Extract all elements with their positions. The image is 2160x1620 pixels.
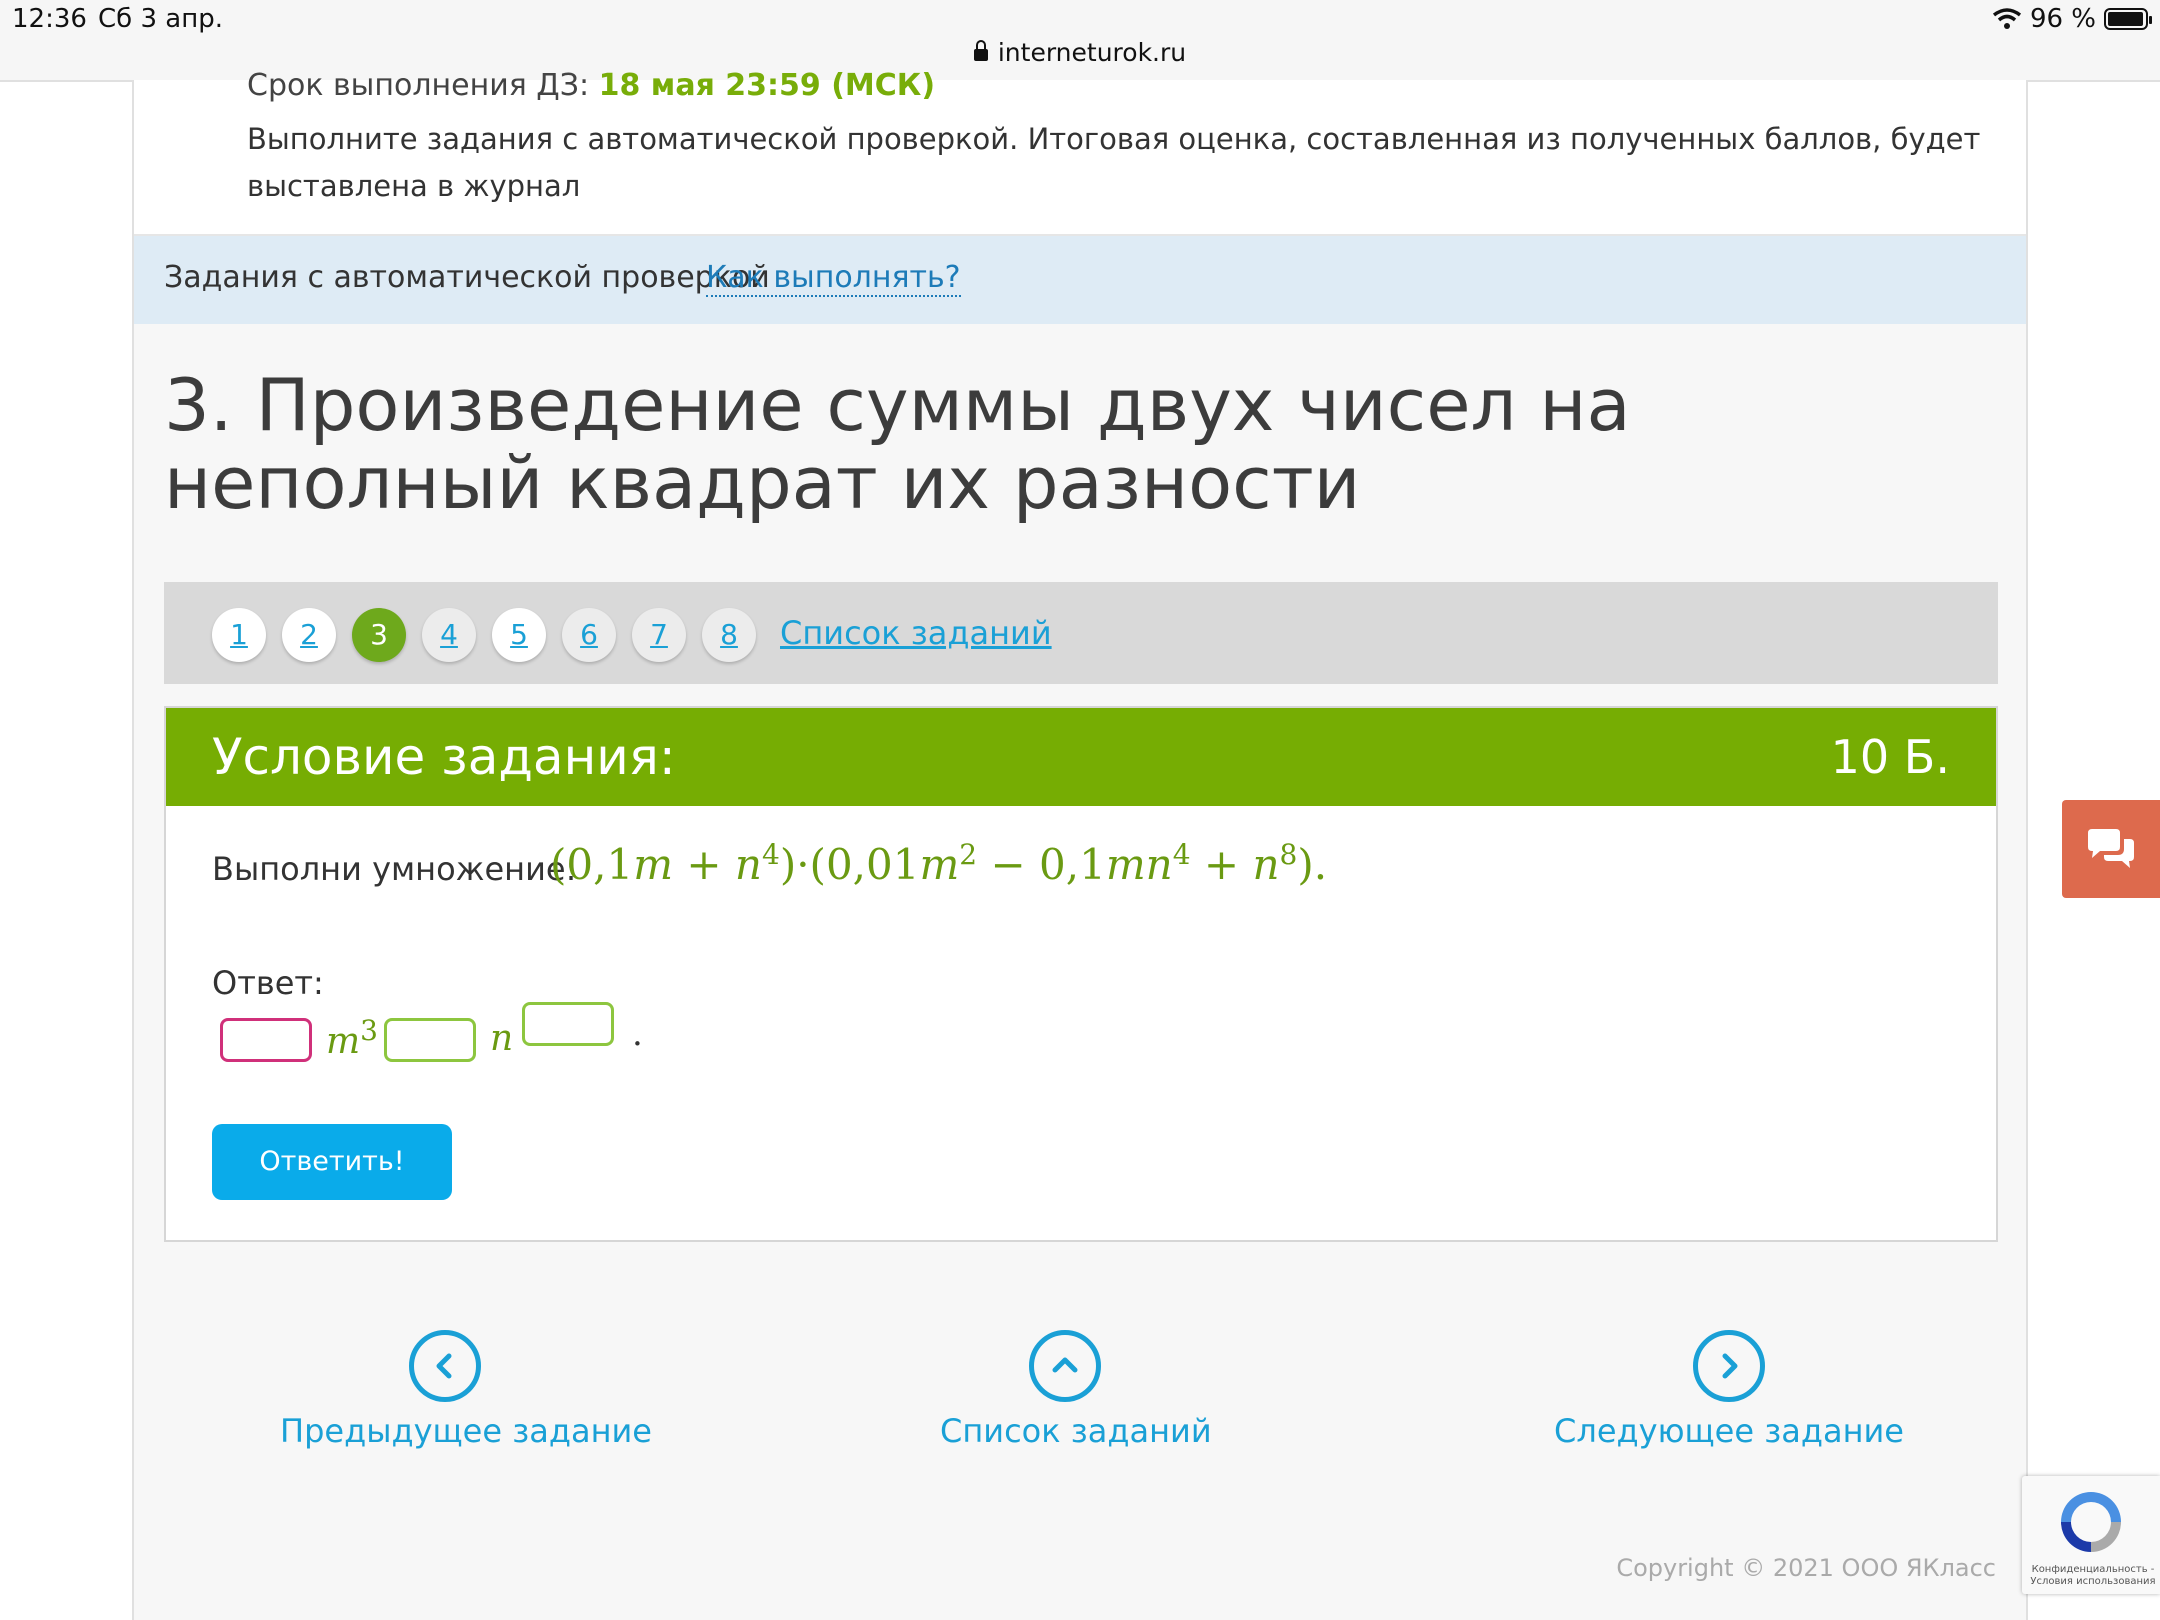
page-button-8[interactable]: 8 xyxy=(702,608,756,662)
auto-check-bar: Задания с автоматической проверкой Как в… xyxy=(134,236,2026,324)
copyright: Copyright © 2021 ООО ЯКласс xyxy=(1616,1554,1996,1582)
previous-task-nav[interactable]: Предыдущее задание xyxy=(280,1330,652,1450)
page-title: 3. Произведение суммы двух чисел на непо… xyxy=(164,363,1631,525)
next-task-label: Следующее задание xyxy=(1554,1412,1904,1450)
page-button-6[interactable]: 6 xyxy=(562,608,616,662)
submit-answer-button[interactable]: Ответить! xyxy=(212,1124,452,1200)
how-to-link[interactable]: Как выполнять? xyxy=(706,260,961,297)
lock-icon xyxy=(973,40,988,61)
task-list-nav[interactable]: Список заданий xyxy=(940,1330,1212,1450)
deadline-label: Срок выполнения ДЗ: xyxy=(247,68,590,103)
battery-fill xyxy=(2108,12,2143,26)
answer-exponent-input[interactable] xyxy=(522,1002,614,1046)
task-formula: (0,1m + n4)·(0,01m2 − 0,1mn4 + n8). xyxy=(550,838,1328,889)
chat-bubble-icon xyxy=(2088,829,2134,868)
task-header-title: Условие задания: xyxy=(212,728,676,786)
page-button-1[interactable]: 1 xyxy=(212,608,266,662)
page-button-5[interactable]: 5 xyxy=(492,608,546,662)
recaptcha-icon xyxy=(2061,1492,2121,1552)
battery-icon xyxy=(2104,8,2152,30)
answer-period: . xyxy=(632,1014,643,1054)
homework-info: Срок выполнения ДЗ: 18 мая 23:59 (МСК) В… xyxy=(134,68,2026,236)
deadline: Срок выполнения ДЗ: 18 мая 23:59 (МСК) xyxy=(247,68,935,103)
answer-variable-n: n xyxy=(490,1018,514,1059)
next-task-nav[interactable]: Следующее задание xyxy=(1554,1330,1904,1450)
page-button-2[interactable]: 2 xyxy=(282,608,336,662)
wifi-icon xyxy=(1992,8,2022,29)
chevron-right-icon xyxy=(1693,1330,1765,1402)
address-bar[interactable]: interneturok.ru xyxy=(0,38,2160,67)
previous-task-label: Предыдущее задание xyxy=(280,1412,652,1450)
chat-button[interactable] xyxy=(2062,800,2160,898)
page-button-4[interactable]: 4 xyxy=(422,608,476,662)
answer-variable-m: m3 xyxy=(326,1014,378,1062)
task-instruction: Выполни умножение: xyxy=(212,850,577,888)
answer-label: Ответ: xyxy=(212,964,324,1002)
task-points: 10 Б. xyxy=(1830,730,1950,784)
homework-description: Выполните задания с автоматической прове… xyxy=(247,122,1981,203)
task-list-link[interactable]: Список заданий xyxy=(780,614,1052,652)
recaptcha-badge[interactable]: Конфиденциальность - Условия использован… xyxy=(2022,1476,2160,1594)
page-content: Срок выполнения ДЗ: 18 мая 23:59 (МСК) В… xyxy=(132,68,2028,1620)
url-text: interneturok.ru xyxy=(997,38,1187,67)
deadline-value: 18 мая 23:59 (МСК) xyxy=(598,68,936,103)
chevron-left-icon xyxy=(409,1330,481,1402)
status-icons: 96 % xyxy=(1992,4,2152,34)
clock: 12:36 xyxy=(12,4,87,34)
chevron-up-icon xyxy=(1029,1330,1101,1402)
battery-percent: 96 % xyxy=(2029,4,2096,34)
task-pagination: 1 2 3 4 5 6 7 8 Список заданий xyxy=(164,582,1998,684)
page-button-3-active[interactable]: 3 xyxy=(352,608,406,662)
recaptcha-privacy-text[interactable]: Конфиденциальность - Условия использован… xyxy=(2026,1564,2160,1588)
answer-sign-term-input[interactable] xyxy=(384,1018,476,1062)
date: Сб 3 апр. xyxy=(98,4,223,34)
page-button-7[interactable]: 7 xyxy=(632,608,686,662)
answer-coefficient-input[interactable] xyxy=(220,1018,312,1062)
task-card: Условие задания: 10 Б. Выполни умножение… xyxy=(164,706,1998,1242)
task-header: Условие задания: 10 Б. xyxy=(166,708,1996,806)
task-list-label: Список заданий xyxy=(940,1412,1212,1450)
auto-check-label: Задания с автоматической проверкой xyxy=(164,260,770,295)
